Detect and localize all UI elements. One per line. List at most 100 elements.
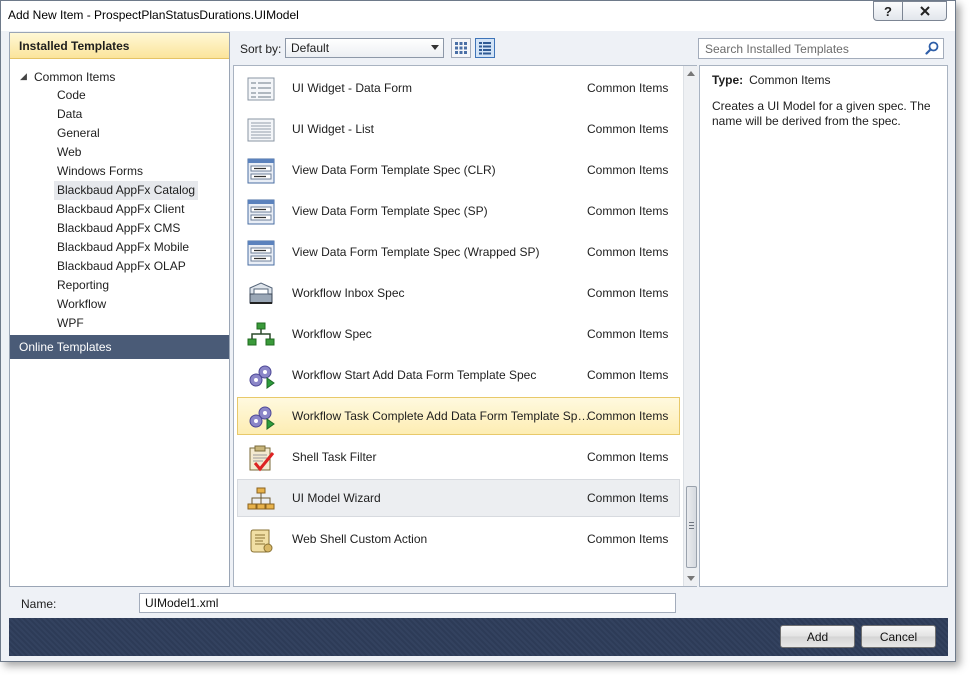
template-details-panel: Type: Common Items Creates a UI Model for…: [699, 65, 948, 587]
tree-root-label: Common Items: [34, 69, 116, 84]
template-name: Workflow Inbox Spec: [292, 286, 405, 300]
template-category: Common Items: [587, 204, 669, 218]
template-category: Common Items: [587, 327, 669, 341]
tree-item-blackbaud-appfx-cms[interactable]: Blackbaud AppFx CMS: [54, 219, 183, 238]
list-grid-icon: [247, 118, 275, 142]
view-form-icon: [247, 158, 275, 184]
template-row[interactable]: View Data Form Template Spec (CLR) Common…: [237, 151, 680, 189]
help-icon: ?: [884, 3, 892, 19]
view-form-icon: [247, 240, 275, 266]
workflow-tree-icon: [247, 322, 275, 346]
cancel-button[interactable]: Cancel: [861, 625, 936, 648]
tree-item-blackbaud-appfx-olap[interactable]: Blackbaud AppFx OLAP: [54, 257, 189, 276]
scrollbar-thumb[interactable]: [686, 486, 697, 568]
name-input[interactable]: [139, 593, 676, 613]
template-category: Common Items: [587, 286, 669, 300]
template-row[interactable]: UI Model Wizard Common Items: [237, 479, 680, 517]
template-category: Common Items: [587, 245, 669, 259]
template-name: View Data Form Template Spec (Wrapped SP…: [292, 245, 540, 259]
expand-arrow-icon[interactable]: ◢: [20, 71, 34, 82]
template-category: Common Items: [587, 122, 669, 136]
gears-play-icon: [249, 406, 275, 430]
template-name: Shell Task Filter: [292, 450, 377, 464]
template-list: Web Shell Custom Action Common Items UI Mo…: [233, 65, 698, 587]
button-bar: Add Cancel: [9, 618, 948, 656]
template-row[interactable]: UI Widget - List Common Items: [237, 110, 680, 148]
sort-by-label: Sort by:: [240, 42, 282, 56]
tree-item-data[interactable]: Data: [54, 105, 85, 124]
tree-item-windows-forms[interactable]: Windows Forms: [54, 162, 146, 181]
gears-play-icon: [249, 365, 275, 389]
template-category: Common Items: [587, 450, 669, 464]
template-name: View Data Form Template Spec (SP): [292, 204, 488, 218]
clipboard-check-icon: [249, 445, 275, 472]
add-new-item-dialog: Add New Item - ProspectPlanStatusDuratio…: [0, 0, 956, 662]
tree-item-wpf[interactable]: WPF: [54, 314, 87, 333]
title-bar: Add New Item - ProspectPlanStatusDuratio…: [1, 1, 955, 31]
template-name: View Data Form Template Spec (CLR): [292, 163, 496, 177]
template-row[interactable]: Shell Task Filter Common Items: [237, 438, 680, 476]
template-category: Common Items: [587, 532, 669, 546]
template-category: Common Items: [587, 163, 669, 177]
template-name: UI Widget - Data Form: [292, 81, 413, 95]
tree-item-blackbaud-appfx-mobile[interactable]: Blackbaud AppFx Mobile: [54, 238, 192, 257]
template-name: UI Model Wizard: [292, 491, 381, 505]
template-name: Web Shell Custom Action: [292, 532, 428, 546]
scroll-up-icon[interactable]: [687, 71, 695, 76]
template-name: Workflow Start Add Data Form Template Sp…: [292, 368, 537, 382]
add-button[interactable]: Add: [780, 625, 855, 648]
template-row[interactable]: Workflow Inbox Spec Common Items: [237, 274, 680, 312]
template-category: Common Items: [587, 81, 669, 95]
template-category: Common Items: [587, 368, 669, 382]
search-box[interactable]: [698, 38, 944, 59]
search-input[interactable]: [699, 39, 923, 58]
type-line: Type: Common Items: [712, 73, 935, 87]
search-icon[interactable]: [925, 41, 939, 55]
tree-item-code[interactable]: Code: [54, 86, 89, 105]
template-row[interactable]: UI Widget - Data Form Common Items: [237, 69, 680, 107]
scroll-icon: [250, 529, 273, 553]
details-view-button[interactable]: [475, 38, 495, 58]
inbox-tray-icon: [249, 282, 273, 304]
template-description: Creates a UI Model for a given spec. The…: [712, 99, 931, 128]
help-button[interactable]: ?: [873, 1, 903, 21]
template-row[interactable]: Workflow Spec Common Items: [237, 315, 680, 353]
chevron-down-icon: [431, 45, 439, 50]
type-value: Common Items: [749, 73, 831, 87]
online-templates-header[interactable]: Online Templates: [10, 335, 229, 359]
template-category: Common Items: [587, 491, 669, 505]
view-form-icon: [247, 199, 275, 225]
template-name: Workflow Task Complete Add Data Form Tem…: [292, 409, 590, 423]
small-icons-view-icon: [455, 42, 467, 54]
list-scrollbar[interactable]: [683, 66, 698, 586]
sort-by-value: Default: [291, 41, 330, 55]
installed-templates-header[interactable]: Installed Templates: [10, 33, 229, 59]
hierarchy-icon: [247, 487, 275, 510]
template-row[interactable]: Workflow Start Add Data Form Template Sp…: [237, 356, 680, 394]
template-row[interactable]: View Data Form Template Spec (Wrapped SP…: [237, 233, 680, 271]
template-category: Common Items: [587, 409, 669, 423]
close-icon: [919, 6, 930, 16]
grip-icon: [689, 522, 694, 529]
type-label: Type:: [712, 73, 744, 87]
name-label: Name:: [21, 597, 57, 611]
template-row[interactable]: View Data Form Template Spec (SP) Common …: [237, 192, 680, 230]
sort-by-dropdown[interactable]: Default: [285, 38, 444, 58]
tree-item-blackbaud-appfx-catalog[interactable]: Blackbaud AppFx Catalog: [54, 181, 199, 200]
tree-item-general[interactable]: General: [54, 124, 103, 143]
template-row[interactable]: Workflow Task Complete Add Data Form Tem…: [237, 397, 680, 435]
tree-item-workflow[interactable]: Workflow: [54, 295, 109, 314]
tree-root-common-items[interactable]: ◢ Common Items: [20, 67, 115, 86]
template-categories-panel: Installed Templates ◢ Common Items Code D…: [9, 32, 230, 587]
template-name: Workflow Spec: [292, 327, 372, 341]
tree-item-reporting[interactable]: Reporting: [54, 276, 112, 295]
scroll-down-icon[interactable]: [687, 576, 695, 581]
template-row[interactable]: Web Shell Custom Action Common Items: [237, 520, 680, 558]
template-name: UI Widget - List: [292, 122, 375, 136]
tree-item-web[interactable]: Web: [54, 143, 84, 162]
window-title: Add New Item - ProspectPlanStatusDuratio…: [8, 8, 299, 22]
tree-item-blackbaud-appfx-client[interactable]: Blackbaud AppFx Client: [54, 200, 187, 219]
form-grid-icon: [247, 77, 275, 101]
close-button[interactable]: [903, 1, 947, 21]
small-icons-view-button[interactable]: [451, 38, 471, 58]
